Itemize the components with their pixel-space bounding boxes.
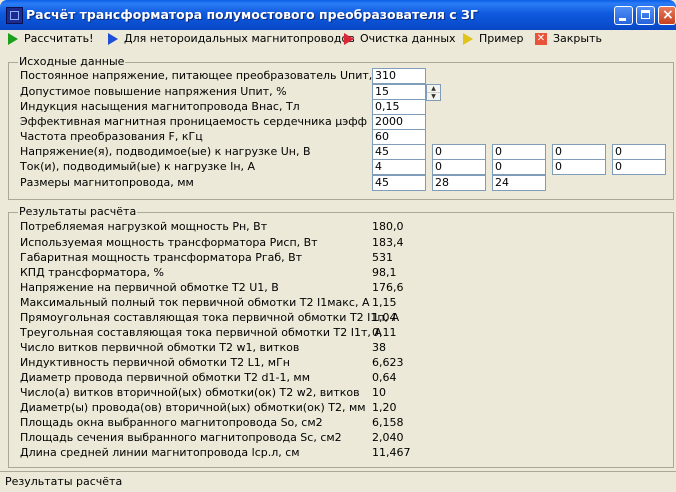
calculate-label: Рассчитать! bbox=[24, 32, 94, 45]
result-value: 11,467 bbox=[372, 446, 411, 459]
non-toroidal-label: Для нетороидальных магнитопроводов bbox=[124, 32, 355, 45]
result-value: 1,15 bbox=[372, 296, 397, 309]
result-value: 98,1 bbox=[372, 266, 397, 279]
arrow-right-icon bbox=[344, 32, 354, 45]
close-icon: ✕ bbox=[535, 32, 547, 45]
load-voltage-label: Напряжение(я), подводимое(ые) к нагрузке… bbox=[20, 145, 311, 158]
load-voltage-input-3[interactable]: 0 bbox=[492, 144, 546, 160]
window-title: Расчёт трансформатора полумостового прео… bbox=[26, 7, 478, 22]
voltage-rise-spinner[interactable]: ▲ ▼ bbox=[426, 84, 441, 101]
voltage-rise-input[interactable]: 15 bbox=[372, 84, 426, 100]
spin-up-icon[interactable]: ▲ bbox=[427, 85, 440, 92]
result-label: Число(а) витков вторичной(ых) обмотки(ок… bbox=[20, 386, 360, 399]
load-voltage-input-2[interactable]: 0 bbox=[432, 144, 486, 160]
core-size-input-2[interactable]: 28 bbox=[432, 175, 486, 191]
voltage-rise-label: Допустимое повышение напряжения Uпит, % bbox=[20, 85, 287, 98]
result-label: Число витков первичной обмотки T2 w1, ви… bbox=[20, 341, 300, 354]
close-label: Закрыть bbox=[553, 32, 602, 45]
core-size-input-3[interactable]: 24 bbox=[492, 175, 546, 191]
frequency-label: Частота преобразования F, кГц bbox=[20, 130, 203, 143]
result-value: 1,04 bbox=[372, 311, 397, 324]
saturation-induction-label: Индукция насыщения магнитопровода Внас, … bbox=[20, 100, 300, 113]
result-value: 531 bbox=[372, 251, 393, 264]
load-current-input-1[interactable]: 4 bbox=[372, 159, 426, 175]
title-bar[interactable]: Расчёт трансформатора полумостового прео… bbox=[0, 0, 676, 30]
calculate-button[interactable]: Рассчитать! bbox=[8, 31, 94, 46]
core-size-label: Размеры магнитопровода, мм bbox=[20, 176, 194, 189]
close-button[interactable]: ✕ Закрыть bbox=[535, 31, 602, 46]
result-label: Напряжение на первичной обмотке T2 U1, В bbox=[20, 281, 279, 294]
results-group-title: Результаты расчёта bbox=[18, 205, 138, 218]
result-value: 176,6 bbox=[372, 281, 404, 294]
result-value: 10 bbox=[372, 386, 386, 399]
result-value: 0,11 bbox=[372, 326, 397, 339]
result-label: Габаритная мощность трансформатора Pгаб,… bbox=[20, 251, 303, 264]
load-current-input-4[interactable]: 0 bbox=[552, 159, 606, 175]
saturation-induction-input[interactable]: 0,15 bbox=[372, 99, 426, 115]
result-value: 6,623 bbox=[372, 356, 404, 369]
result-label: Площадь сечения выбранного магнитопровод… bbox=[20, 431, 342, 444]
supply-voltage-label: Постоянное напряжение, питающее преобраз… bbox=[20, 69, 384, 82]
result-label: Площадь окна выбранного магнитопровода S… bbox=[20, 416, 323, 429]
close-icon: × bbox=[662, 7, 674, 23]
result-value: 183,4 bbox=[372, 236, 404, 249]
maximize-button[interactable] bbox=[636, 6, 655, 25]
result-value: 1,20 bbox=[372, 401, 397, 414]
supply-voltage-input[interactable]: 310 bbox=[372, 68, 426, 84]
result-label: Индуктивность первичной обмотки T2 L1, м… bbox=[20, 356, 290, 369]
result-value: 180,0 bbox=[372, 220, 404, 233]
minimize-button[interactable] bbox=[614, 6, 633, 25]
load-voltage-input-1[interactable]: 45 bbox=[372, 144, 426, 160]
result-label: Используемая мощность трансформатора Pис… bbox=[20, 236, 318, 249]
example-label: Пример bbox=[479, 32, 524, 45]
result-label: Треугольная составляющая тока первичной … bbox=[20, 326, 382, 339]
result-label: Диаметр(ы) провода(ов) вторичной(ых) обм… bbox=[20, 401, 366, 414]
load-voltage-input-4[interactable]: 0 bbox=[552, 144, 606, 160]
status-text: Результаты расчёта bbox=[5, 475, 123, 488]
frequency-input[interactable]: 60 bbox=[372, 129, 426, 145]
load-current-input-2[interactable]: 0 bbox=[432, 159, 486, 175]
arrow-right-icon bbox=[8, 32, 18, 45]
load-current-input-3[interactable]: 0 bbox=[492, 159, 546, 175]
clear-button[interactable]: Очистка данных bbox=[344, 31, 456, 46]
arrow-right-icon bbox=[463, 32, 473, 45]
result-value: 2,040 bbox=[372, 431, 404, 444]
status-bar: Результаты расчёта bbox=[0, 471, 676, 492]
clear-label: Очистка данных bbox=[360, 32, 456, 45]
load-current-label: Ток(и), подводимый(ые) к нагрузке Iн, А bbox=[20, 160, 256, 173]
non-toroidal-button[interactable]: Для нетороидальных магнитопроводов bbox=[108, 31, 355, 46]
result-label: Прямоугольная составляющая тока первично… bbox=[20, 311, 400, 324]
result-label: Диаметр провода первичной обмотки T2 d1-… bbox=[20, 371, 311, 384]
input-group-title: Исходные данные bbox=[18, 55, 126, 68]
core-size-input-1[interactable]: 45 bbox=[372, 175, 426, 191]
close-window-button[interactable]: × bbox=[658, 6, 676, 25]
result-label: Максимальный полный ток первичной обмотк… bbox=[20, 296, 370, 309]
result-label: КПД трансформатора, % bbox=[20, 266, 165, 279]
toolbar: Рассчитать! Для нетороидальных магнитопр… bbox=[0, 30, 676, 47]
app-icon[interactable] bbox=[6, 7, 23, 24]
arrow-right-icon bbox=[108, 32, 118, 45]
result-label: Длина средней линии магнитопровода lср.л… bbox=[20, 446, 300, 459]
result-value: 38 bbox=[372, 341, 386, 354]
permeability-label: Эффективная магнитная проницаемость серд… bbox=[20, 115, 368, 128]
result-label: Потребляемая нагрузкой мощность Pн, Вт bbox=[20, 220, 268, 233]
result-value: 6,158 bbox=[372, 416, 404, 429]
example-button[interactable]: Пример bbox=[463, 31, 523, 46]
result-value: 0,64 bbox=[372, 371, 397, 384]
load-current-input-5[interactable]: 0 bbox=[612, 159, 666, 175]
load-voltage-input-5[interactable]: 0 bbox=[612, 144, 666, 160]
spin-down-icon[interactable]: ▼ bbox=[427, 92, 440, 100]
permeability-input[interactable]: 2000 bbox=[372, 114, 426, 130]
